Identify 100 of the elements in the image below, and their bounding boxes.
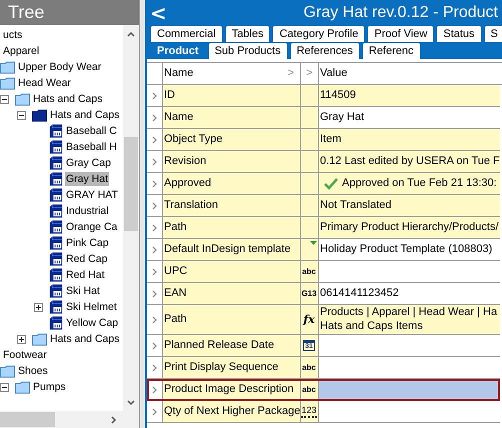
row-expand-icon[interactable] [152, 180, 157, 188]
column-header[interactable]: > [301, 63, 319, 84]
tree-item[interactable]: Pumps [32, 380, 67, 394]
product-icon [49, 156, 63, 170]
expand-toggle[interactable] [17, 334, 26, 344]
property-name: EAN [163, 283, 301, 304]
scroll-up-icon[interactable] [127, 31, 135, 37]
tree-item[interactable]: Yellow Cap [65, 316, 120, 330]
back-button[interactable]: < [147, 2, 170, 22]
tree-item[interactable]: Hats and Caps [49, 332, 120, 346]
tab[interactable]: Referenc [362, 42, 421, 59]
column-header[interactable]: Value [319, 63, 502, 84]
column-header-arrow[interactable]: > [288, 65, 294, 82]
tree-item[interactable]: Hats and Caps [32, 92, 104, 106]
property-row[interactable]: Name Gray Hat [147, 107, 500, 129]
expand-toggle[interactable] [34, 302, 43, 312]
property-name: Path [163, 217, 301, 238]
tree-item[interactable]: ucts [2, 28, 24, 42]
property-row[interactable]: Print Display Sequence abc [147, 357, 500, 379]
value-text: Approved on Tue Feb 21 13:30: [342, 176, 497, 192]
value-cell[interactable]: Item [319, 129, 500, 150]
row-expand-icon[interactable] [152, 386, 157, 394]
collapse-toggle[interactable] [0, 382, 9, 392]
tab[interactable]: Commercial [150, 25, 223, 42]
tree-item[interactable]: Gray Hat [65, 172, 110, 186]
tree-item[interactable]: Footwear [2, 348, 48, 362]
vertical-scrollbar[interactable] [123, 25, 139, 411]
tab[interactable]: Status [436, 25, 482, 42]
value-cell[interactable]: Not Translated [319, 195, 500, 216]
tab[interactable]: Category Profile [272, 25, 366, 42]
collapse-toggle[interactable] [17, 110, 26, 120]
property-name: Translation [163, 195, 301, 216]
tab[interactable]: S [484, 25, 502, 42]
tab[interactable]: Tables [224, 25, 270, 42]
tree-item[interactable]: Ski Hat [65, 284, 101, 298]
collapse-toggle[interactable] [0, 94, 9, 104]
tree-item[interactable]: Upper Body Wear [17, 60, 102, 74]
row-expand-icon[interactable] [152, 224, 157, 232]
column-header[interactable]: Name > [163, 63, 301, 84]
tree-item[interactable]: Red Hat [65, 268, 106, 282]
row-expand-icon[interactable] [152, 408, 157, 416]
tree-item[interactable]: Shoes [17, 364, 49, 378]
row-expand-icon[interactable] [152, 92, 157, 100]
value-text: Not Translated [320, 198, 392, 214]
scrollbar-thumb[interactable] [0, 412, 55, 427]
property-row[interactable]: UPC abc [147, 261, 500, 283]
tab[interactable]: References [290, 42, 360, 59]
tab[interactable]: Proof View [367, 25, 434, 42]
window-title: Gray Hat rev.0.12 - Product [304, 2, 498, 22]
folder-icon [0, 364, 15, 378]
property-name: Revision [163, 151, 301, 172]
property-name: Approved [163, 173, 301, 194]
row-expand-icon[interactable] [152, 246, 157, 254]
row-expand-icon[interactable] [152, 114, 157, 122]
property-row[interactable]: EAN G13 0614141123452 [147, 283, 500, 305]
property-row[interactable]: Object Type Item [147, 129, 500, 151]
tree-item[interactable]: Baseball H [65, 140, 118, 154]
property-row[interactable]: Translation Not Translated [147, 195, 500, 217]
tree-item[interactable]: Head Wear [17, 76, 72, 90]
value-cell[interactable]: Approved on Tue Feb 21 13:30: [319, 173, 500, 194]
tree-item[interactable]: Pink Cap [65, 236, 110, 250]
property-row[interactable]: Product Image Description abc [147, 379, 500, 401]
property-name: UPC [163, 261, 301, 282]
row-expand-icon[interactable] [152, 268, 157, 276]
scrollbar-thumb[interactable] [124, 137, 138, 231]
tab[interactable]: Sub Products [208, 42, 288, 59]
tree-item[interactable]: Ski Helmet [65, 300, 118, 314]
horizontal-scrollbar[interactable] [0, 411, 139, 428]
product-icon [49, 172, 63, 186]
property-row[interactable]: ID 114509 [147, 85, 500, 107]
scroll-right-icon[interactable] [111, 416, 117, 424]
property-row[interactable]: Approved Approved on Tue Feb 21 13:30: [147, 173, 500, 195]
row-expand-icon[interactable] [152, 290, 157, 298]
tree-item[interactable]: GRAY HAT [65, 188, 119, 202]
property-name: Print Display Sequence [163, 357, 301, 378]
tree-item[interactable]: Baseball C [65, 124, 118, 138]
row-expand-icon[interactable] [152, 316, 157, 324]
value-cell[interactable] [319, 379, 500, 400]
row-expand-icon[interactable] [152, 158, 157, 166]
row-expand-icon[interactable] [152, 202, 157, 210]
tree-item[interactable]: Industrial [65, 204, 110, 218]
tree-item[interactable]: Red Cap [65, 252, 108, 266]
property-row[interactable]: Path Primary Product Hierarchy/Products/ [147, 217, 500, 239]
product-icon [49, 140, 63, 154]
row-expand-icon[interactable] [152, 136, 157, 144]
row-expand-icon[interactable] [152, 364, 157, 372]
property-row[interactable]: Revision 0.12 Last edited by USERA on Tue F [147, 151, 500, 173]
property-row[interactable]: Default InDesign template Holiday Product Template (108803) [147, 239, 500, 261]
property-row[interactable]: Path fx Products | Apparel | Head Wear | Ha Hats and Caps Items [147, 305, 500, 335]
value-cell[interactable]: 114509 [319, 85, 500, 106]
value-cell[interactable]: Products | Apparel | Head Wear | Ha Hats and Caps Items [319, 305, 500, 334]
tree-item[interactable]: Hats and Caps [49, 108, 120, 122]
property-name: Planned Release Date [163, 335, 301, 356]
tree-item[interactable]: Gray Cap [65, 156, 112, 170]
tree-item[interactable]: Orange Ca [65, 220, 118, 234]
value-text: Holiday Product Template (108803) [320, 242, 492, 258]
number-type-label: 123 [301, 406, 317, 418]
scroll-down-icon[interactable] [127, 400, 135, 406]
tree-item[interactable]: Apparel [2, 44, 40, 58]
row-expand-icon[interactable] [152, 342, 157, 350]
